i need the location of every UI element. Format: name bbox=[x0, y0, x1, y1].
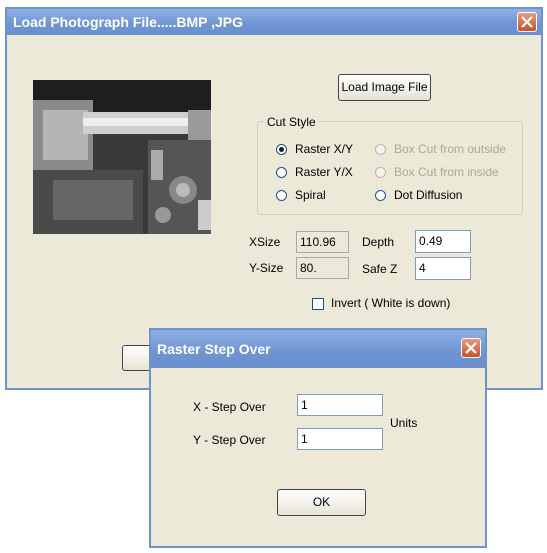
close-button[interactable] bbox=[517, 12, 537, 32]
xsize-value: 110.96 bbox=[296, 231, 349, 253]
lathe-photo-image bbox=[33, 80, 211, 234]
dialog-titlebar[interactable]: Raster Step Over bbox=[151, 330, 485, 368]
depth-label: Depth bbox=[362, 235, 395, 249]
main-window-titlebar[interactable]: Load Photograph File.....BMP ,JPG bbox=[7, 9, 541, 35]
dot-diffusion-radio[interactable] bbox=[375, 190, 386, 201]
box-cut-inside-label: Box Cut from inside bbox=[394, 165, 499, 179]
raster-xy-label: Raster X/Y bbox=[295, 142, 354, 156]
safez-label: Safe Z bbox=[362, 262, 398, 276]
depth-input[interactable]: 0.49 bbox=[415, 230, 471, 253]
dot-diffusion-label: Dot Diffusion bbox=[394, 188, 463, 202]
ysize-label: Y-Size bbox=[249, 261, 284, 275]
cut-style-group-label: Cut Style bbox=[265, 115, 318, 129]
ysize-value: 80. bbox=[296, 257, 349, 279]
spiral-label: Spiral bbox=[295, 188, 326, 202]
dialog-close-button[interactable] bbox=[461, 338, 481, 358]
units-label: Units bbox=[390, 416, 418, 430]
y-step-over-input[interactable]: 1 bbox=[297, 428, 383, 450]
invert-label: Invert ( White is down) bbox=[331, 296, 451, 310]
invert-checkbox[interactable] bbox=[312, 298, 324, 310]
raster-yx-label: Raster Y/X bbox=[295, 165, 353, 179]
spiral-radio[interactable] bbox=[276, 190, 287, 201]
box-cut-outside-label: Box Cut from outside bbox=[394, 142, 507, 156]
x-step-over-label: X - Step Over bbox=[193, 400, 266, 414]
raster-step-over-dialog: Raster Step Over X - Step Over 1 Y - Ste… bbox=[149, 328, 487, 548]
box-cut-inside-radio bbox=[375, 167, 386, 178]
box-cut-outside-radio bbox=[375, 144, 386, 155]
ok-button[interactable]: OK bbox=[277, 489, 366, 516]
x-step-over-input[interactable]: 1 bbox=[297, 394, 383, 416]
close-icon bbox=[521, 16, 533, 28]
raster-yx-radio[interactable] bbox=[276, 167, 287, 178]
safez-input[interactable]: 4 bbox=[415, 257, 471, 280]
load-image-file-button[interactable]: Load Image File bbox=[338, 74, 431, 101]
main-window-title: Load Photograph File.....BMP ,JPG bbox=[13, 14, 243, 30]
ok-button-label: OK bbox=[312, 495, 331, 509]
dialog-title: Raster Step Over bbox=[157, 341, 271, 357]
photo-preview bbox=[33, 80, 211, 234]
y-step-over-label: Y - Step Over bbox=[193, 433, 266, 447]
load-image-file-button-label: Load Image File bbox=[341, 80, 428, 94]
raster-xy-radio[interactable] bbox=[276, 144, 287, 155]
close-icon bbox=[465, 342, 477, 354]
xsize-label: XSize bbox=[249, 235, 281, 249]
